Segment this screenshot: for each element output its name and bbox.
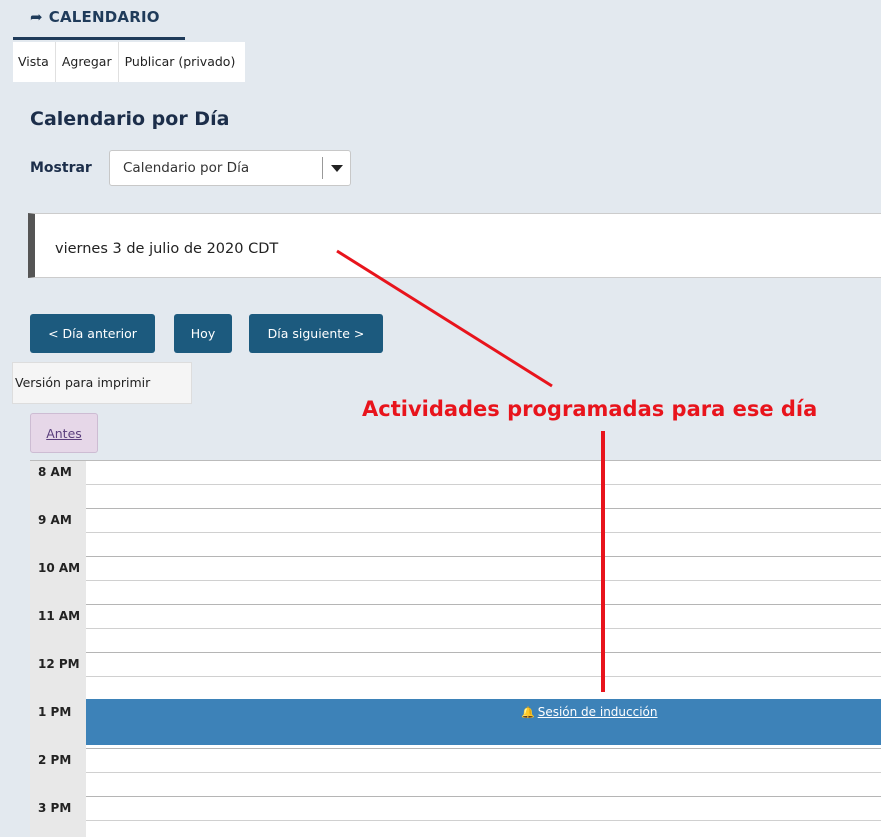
- tab-agregar[interactable]: Agregar: [55, 42, 119, 82]
- hour-line: [86, 604, 881, 605]
- hour-label: 12 PM: [38, 657, 80, 671]
- hour-label: 8 AM: [38, 465, 72, 479]
- page-title: Calendario por Día: [30, 108, 230, 130]
- half-hour-line: [86, 532, 881, 533]
- event-block: 🔔 Sesión de inducción: [86, 699, 881, 745]
- day-calendar-grid: 8 AM 9 AM 10 AM 11 AM 12 PM 1 PM 2 PM 3 PM 🔔 Ses…: [30, 460, 881, 837]
- half-hour-line: [86, 628, 881, 629]
- print-version-button[interactable]: Versión para imprimir: [12, 362, 192, 404]
- hour-label: 11 AM: [38, 609, 81, 623]
- bell-icon: 🔔: [521, 706, 535, 719]
- hour-label: 3 PM: [38, 801, 72, 815]
- half-hour-line: [86, 676, 881, 677]
- tool-title[interactable]: ➦ CALENDARIO: [30, 8, 160, 26]
- half-hour-line: [86, 820, 881, 821]
- tab-vista[interactable]: Vista: [13, 42, 56, 82]
- show-label: Mostrar: [30, 160, 92, 176]
- hour-label: 1 PM: [38, 705, 72, 719]
- hour-label: 10 AM: [38, 561, 81, 575]
- event-title: Sesión de inducción: [537, 705, 658, 719]
- tab-publicar[interactable]: Publicar (privado): [118, 42, 246, 82]
- hour-line: [86, 748, 881, 749]
- earlier-button[interactable]: Antes: [30, 413, 98, 453]
- share-arrow-icon: ➦: [30, 8, 43, 26]
- hour-line: [86, 652, 881, 653]
- select-divider: [322, 157, 323, 179]
- view-select-value: Calendario por Día: [123, 160, 250, 176]
- tool-title-underline: [13, 37, 185, 40]
- half-hour-line: [86, 580, 881, 581]
- next-day-button[interactable]: Día siguiente >: [249, 314, 383, 353]
- view-select[interactable]: Calendario por Día: [109, 150, 351, 186]
- hour-line: [86, 508, 881, 509]
- hour-label: 2 PM: [38, 753, 72, 767]
- earlier-link[interactable]: Antes: [46, 426, 82, 441]
- hour-line: [86, 796, 881, 797]
- caret-down-icon: [331, 165, 343, 172]
- annotation-text: Actividades programadas para ese día: [362, 397, 818, 421]
- hours-column: 8 AM 9 AM 10 AM 11 AM 12 PM 1 PM 2 PM 3 PM: [30, 461, 86, 837]
- today-button[interactable]: Hoy: [174, 314, 232, 353]
- current-date: viernes 3 de julio de 2020 CDT: [55, 241, 279, 257]
- event-link[interactable]: 🔔 Sesión de inducción: [521, 705, 658, 719]
- hour-line: [86, 556, 881, 557]
- hour-label: 9 AM: [38, 513, 72, 527]
- half-hour-line: [86, 484, 881, 485]
- date-display-box: viernes 3 de julio de 2020 CDT: [28, 213, 881, 278]
- tool-title-label: CALENDARIO: [48, 8, 160, 26]
- half-hour-line: [86, 772, 881, 773]
- tool-tabs: Vista Agregar Publicar (privado): [13, 42, 246, 82]
- previous-day-button[interactable]: < Día anterior: [30, 314, 155, 353]
